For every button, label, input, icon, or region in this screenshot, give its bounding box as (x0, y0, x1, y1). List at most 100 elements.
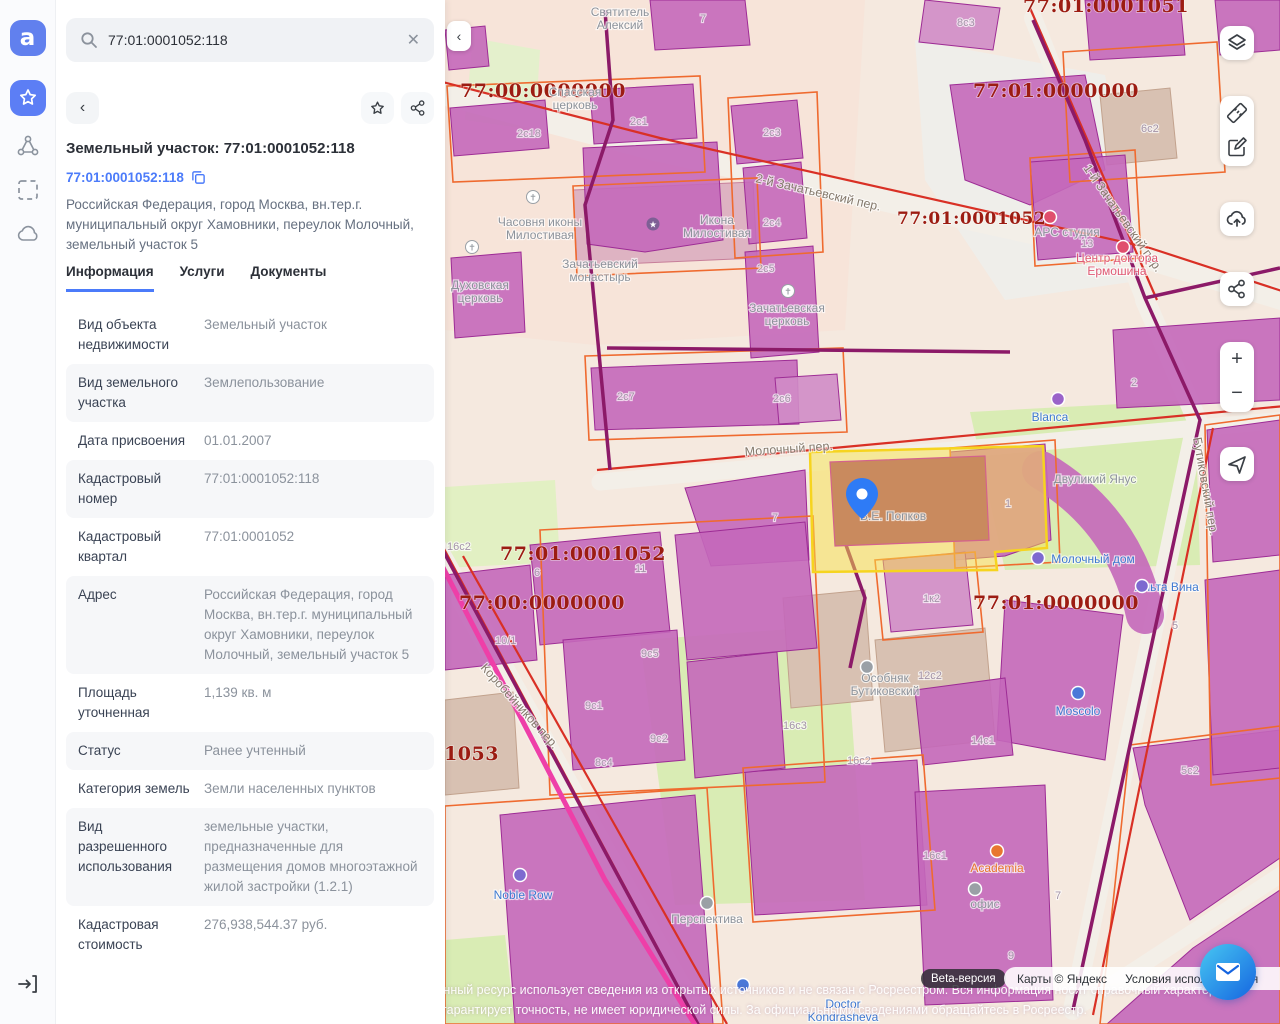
locate-control[interactable] (1220, 447, 1254, 481)
chat-button[interactable] (1200, 944, 1256, 1000)
poi-label: Moscolo (1056, 704, 1101, 718)
poi-dot-icon[interactable] (861, 661, 874, 674)
building-number-label: 6с2 (1141, 123, 1159, 135)
tab-bar: Информация Услуги Документы (66, 264, 326, 292)
building-number-label: 12с2 (918, 670, 942, 682)
info-row: Кадастровый номер77:01:0001052:118 (66, 460, 434, 518)
yandex-maps-link[interactable]: Карты © Яндекс (1017, 972, 1107, 986)
upload-control[interactable] (1220, 202, 1254, 236)
poi-label: Центр доктора (1076, 251, 1158, 265)
building-number-label: 5 (1172, 620, 1178, 632)
info-row-value: 276,938,544.37 руб. (204, 915, 422, 955)
measure-draw-control[interactable] (1220, 96, 1254, 166)
poi-label: Алексий (597, 18, 643, 32)
building-number-label: 14с1 (971, 735, 995, 747)
search-input[interactable] (108, 32, 397, 48)
search-icon (80, 31, 98, 49)
poi-label: Духовская (451, 278, 509, 292)
poi-label: Noble Row (494, 888, 553, 902)
poi-label: церковь (553, 98, 598, 112)
poi-label: АРС студия (1034, 225, 1099, 239)
info-row-value: Российская Федерация, город Москва, вн.т… (204, 585, 422, 665)
building-number-label: 1 (1005, 498, 1011, 510)
building-number-label: 16с1 (923, 850, 947, 862)
star-glyph: ★ (649, 220, 657, 230)
poi-dot-icon[interactable] (1052, 393, 1065, 406)
info-row-value: 1,139 кв. м (204, 683, 422, 723)
cadastral-quarter-label: 77:01:0001051 (1023, 0, 1189, 17)
building-number-label: 7 (772, 512, 778, 524)
poi-dot-icon[interactable] (1072, 687, 1085, 700)
panel-collapse-button[interactable]: ‹ (447, 21, 471, 51)
info-row-value: 01.01.2007 (204, 431, 422, 451)
map-canvas[interactable]: 77:00:000000077:01:000000077:01:00010517… (445, 0, 1280, 1024)
info-row: СтатусРанее учтенный (66, 732, 434, 770)
poi-dot-icon[interactable] (1136, 580, 1149, 593)
sidebar-item-layers-graph[interactable] (10, 128, 46, 164)
poi-label: Молочный дом (1051, 552, 1135, 566)
poi-label: Икона (700, 213, 734, 227)
search-bar[interactable]: ✕ (66, 18, 434, 62)
share-map-control[interactable] (1220, 272, 1254, 306)
poi-label: церковь (765, 314, 810, 328)
sidebar-item-favorites[interactable] (10, 80, 46, 116)
poi-label: монастырь (569, 270, 630, 284)
ruler-icon[interactable] (1220, 96, 1254, 130)
zoom-out-button[interactable]: − (1220, 376, 1254, 410)
clear-search-icon[interactable]: ✕ (407, 30, 420, 50)
zoom-in-button[interactable]: + (1220, 342, 1254, 376)
poi-label: Blanca (1032, 410, 1069, 424)
copy-icon[interactable] (191, 170, 206, 185)
poi-dot-icon[interactable] (1044, 211, 1057, 224)
app-logo[interactable]: a (10, 20, 46, 56)
cloud-upload-icon[interactable] (1220, 202, 1254, 236)
cloud-icon (15, 221, 41, 247)
tab-documents[interactable]: Документы (251, 264, 327, 292)
share-button[interactable] (401, 92, 434, 124)
poi-label: Часовня иконы (498, 215, 582, 229)
zoom-control[interactable]: + − (1220, 342, 1254, 412)
info-row-value: Землепользование (204, 373, 422, 413)
poi-dot-icon[interactable] (969, 883, 982, 896)
pin-center (857, 489, 868, 500)
info-row-label: Кадастровый номер (78, 469, 190, 509)
poi-label: Двуликий Янус (1054, 472, 1137, 486)
locate-icon[interactable] (1220, 447, 1254, 481)
draw-icon[interactable] (1220, 130, 1254, 164)
icon-rail: a (0, 0, 56, 1024)
sidebar-item-cloud[interactable] (10, 216, 46, 252)
info-row: Кадастровая стоимость276,938,544.37 руб. (66, 906, 434, 964)
star-icon (16, 86, 40, 110)
cadastral-map[interactable]: 77:00:000000077:01:000000077:01:00010517… (445, 0, 1280, 1024)
building-number-label: 9 (1008, 950, 1014, 962)
share-icon[interactable] (1220, 272, 1254, 306)
sign-in-button[interactable] (10, 966, 46, 1002)
poi-dot-icon[interactable] (1117, 241, 1130, 254)
poi-dot-icon[interactable] (991, 845, 1004, 858)
favorite-button[interactable] (361, 92, 394, 124)
poi-dot-icon[interactable] (514, 869, 527, 882)
layers-control[interactable] (1220, 26, 1254, 60)
sidebar-item-select-area[interactable] (10, 172, 46, 208)
info-row-label: Вид земельного участка (78, 373, 190, 413)
layers-icon[interactable] (1220, 26, 1254, 60)
back-button[interactable]: ‹ (66, 92, 99, 124)
poi-dot-icon[interactable] (701, 897, 714, 910)
chevron-left-icon: ‹ (457, 28, 462, 44)
tab-services[interactable]: Услуги (180, 264, 225, 292)
cadastral-quarter-label: 77:00:0000000 (459, 592, 625, 614)
info-row: Вид разрешенного использованияземельные … (66, 808, 434, 906)
poi-label: Зачатьевская (749, 301, 825, 315)
frame-select-icon (16, 178, 40, 202)
poi-label: церковь (458, 291, 503, 305)
cadastral-quarter-label: 77:01:0001052 (500, 543, 666, 565)
info-table: Вид объекта недвижимостиЗемельный участо… (66, 306, 434, 964)
tab-information[interactable]: Информация (66, 264, 154, 292)
cross-glyph: ✝ (784, 287, 792, 297)
poi-label: Ермошина (1087, 264, 1147, 278)
cadastral-number-link[interactable]: 77:01:0001052:118 (66, 170, 184, 185)
poi-dot-icon[interactable] (1032, 552, 1045, 565)
info-row-label: Вид разрешенного использования (78, 817, 190, 897)
info-row-label: Площадь уточненная (78, 683, 190, 723)
building-number-label: 5с2 (1181, 765, 1199, 777)
